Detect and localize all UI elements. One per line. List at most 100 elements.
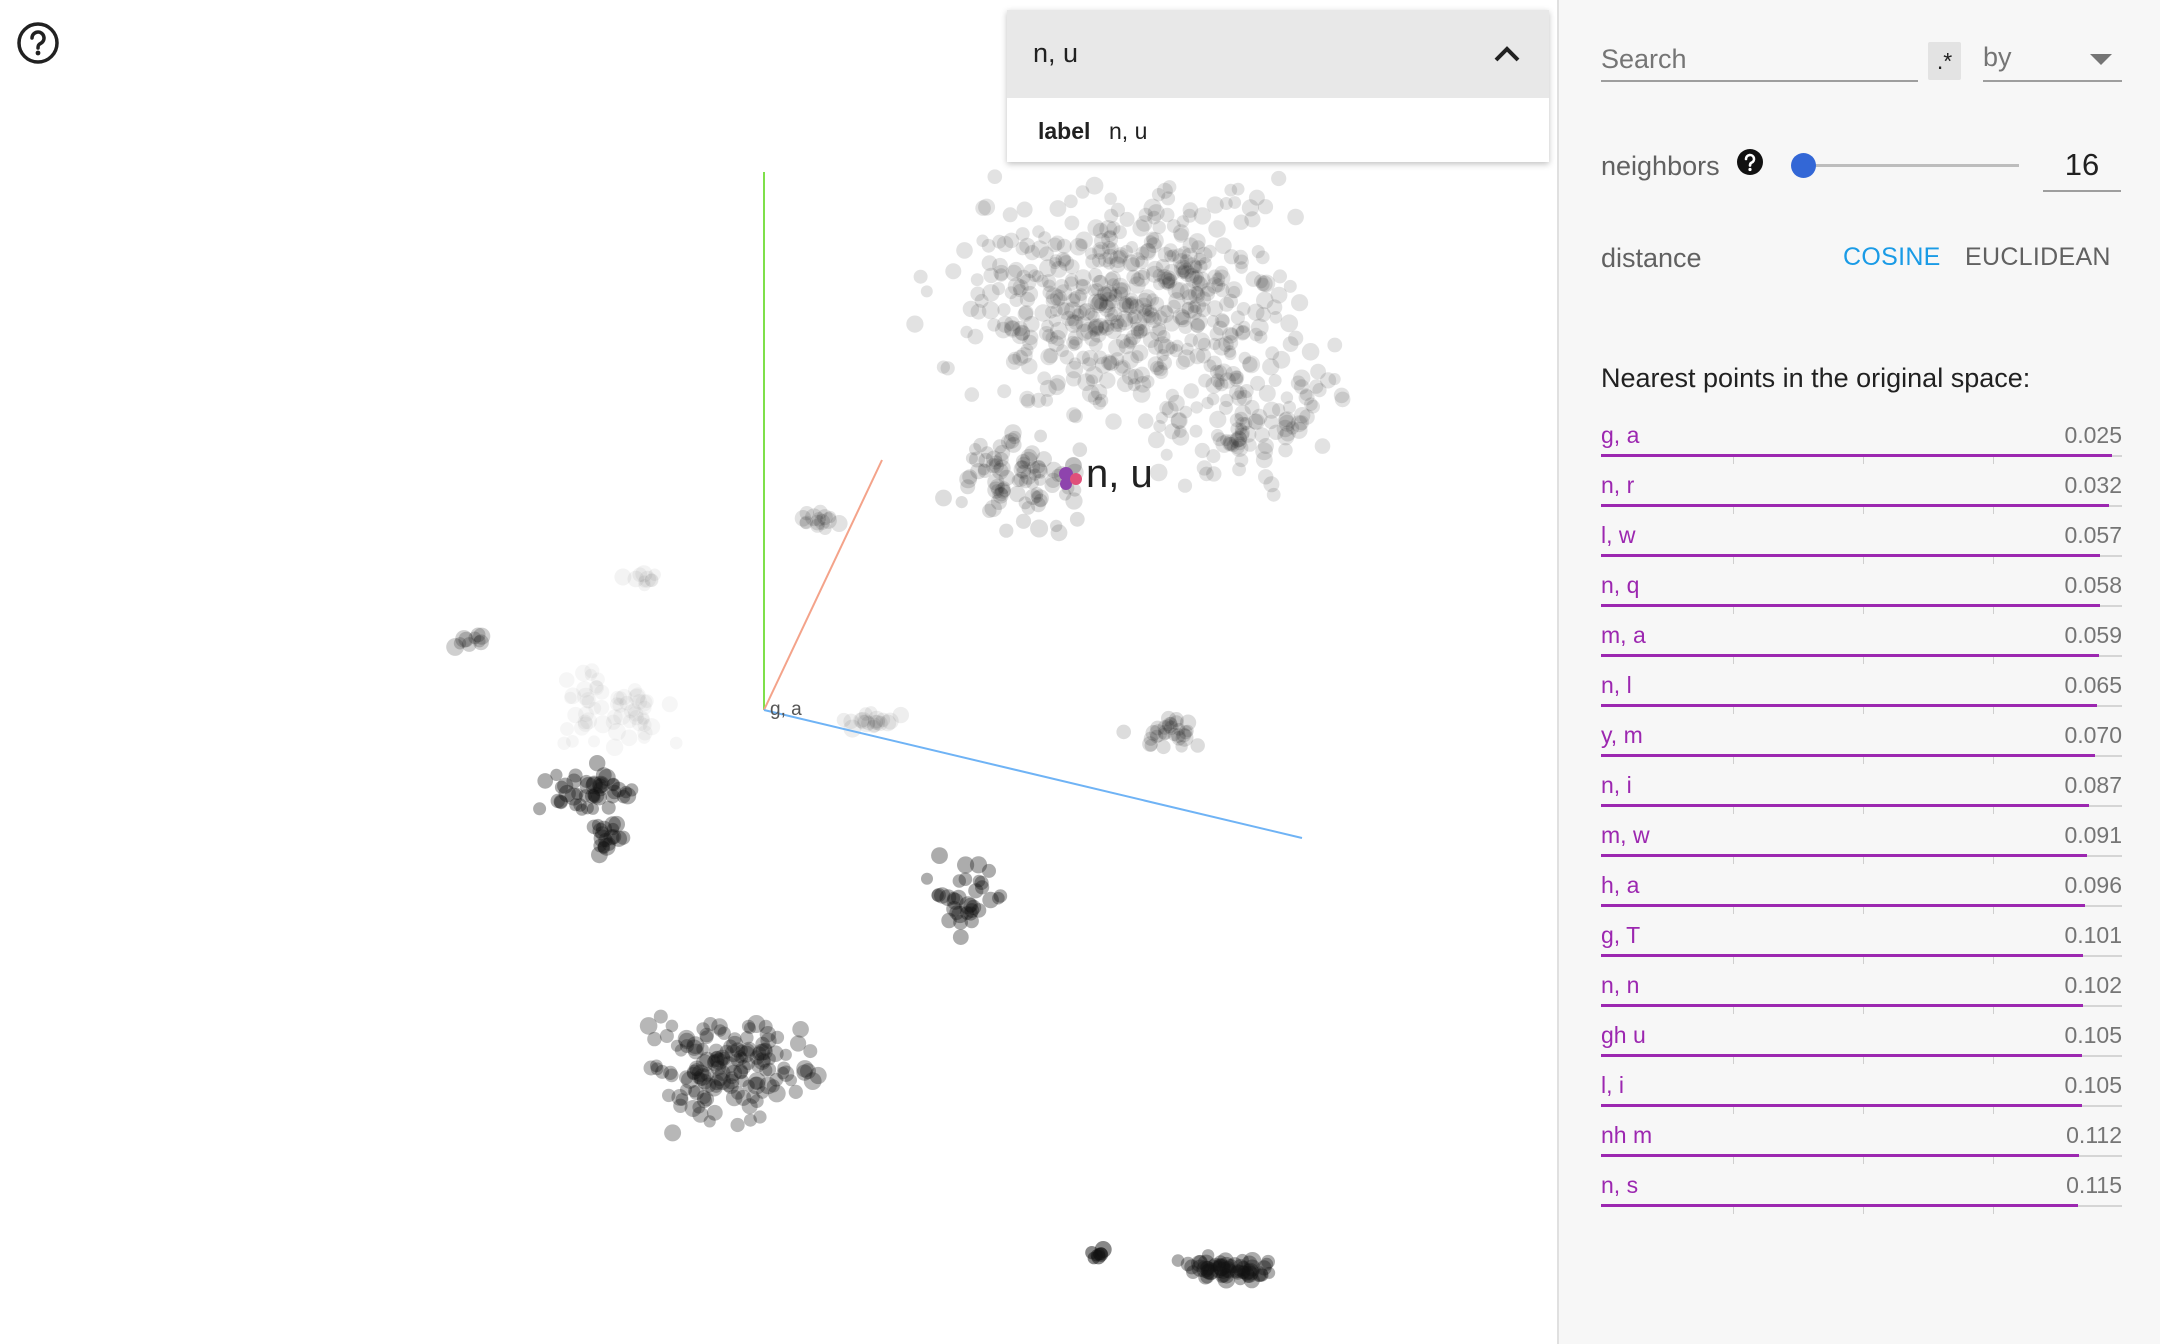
embedding-point[interactable] [1162, 719, 1175, 732]
embedding-point[interactable] [589, 755, 606, 772]
embedding-point[interactable] [700, 1067, 715, 1082]
embedding-point[interactable] [1191, 240, 1206, 255]
embedding-point[interactable] [1215, 237, 1232, 254]
nearest-point-label[interactable]: n, n [1601, 972, 1639, 999]
embedding-point[interactable] [1132, 219, 1150, 237]
embedding-point[interactable] [1114, 359, 1131, 377]
embedding-point[interactable] [1186, 1265, 1200, 1279]
embedding-point[interactable] [1152, 268, 1166, 282]
nearest-point-label[interactable]: l, w [1601, 522, 1636, 549]
embedding-point[interactable] [1160, 207, 1175, 223]
embedding-point[interactable] [1208, 220, 1226, 238]
nearest-point-row[interactable]: nh m 0.112 [1601, 1118, 2122, 1168]
embedding-point[interactable] [1124, 292, 1139, 306]
embedding-point[interactable] [533, 802, 547, 816]
embedding-point[interactable] [1105, 413, 1122, 430]
scatter-canvas[interactable] [0, 0, 1557, 1344]
embedding-point[interactable] [1004, 286, 1018, 300]
embedding-point[interactable] [799, 516, 812, 529]
embedding-point[interactable] [593, 699, 610, 716]
embedding-point[interactable] [1183, 383, 1199, 399]
embedding-point[interactable] [730, 1117, 745, 1133]
embedding-point[interactable] [1133, 323, 1148, 338]
nearest-point-row[interactable]: n, r 0.032 [1601, 468, 2122, 518]
embedding-point[interactable] [1156, 739, 1171, 755]
embedding-point[interactable] [1056, 344, 1069, 358]
embedding-point[interactable] [1019, 237, 1036, 254]
embedding-point[interactable] [1030, 519, 1049, 538]
nearest-point-label[interactable]: gh u [1601, 1022, 1646, 1049]
embedding-point[interactable] [1045, 293, 1061, 309]
embedding-point[interactable] [1015, 460, 1028, 474]
embedding-point[interactable] [824, 510, 837, 524]
embedding-point[interactable] [1251, 408, 1268, 425]
embedding-point[interactable] [710, 1050, 723, 1063]
embedding-point[interactable] [947, 891, 961, 905]
embedding-point[interactable] [699, 1027, 714, 1043]
embedding-point[interactable] [1201, 396, 1214, 410]
embedding-point[interactable] [1157, 339, 1176, 357]
embedding-point[interactable] [1003, 232, 1020, 249]
embedding-point[interactable] [1142, 736, 1158, 752]
embedding-point[interactable] [1272, 350, 1291, 369]
embedding-point[interactable] [605, 789, 620, 804]
embedding-point[interactable] [1210, 428, 1224, 442]
embedding-point[interactable] [1008, 430, 1022, 445]
embedding-point[interactable] [967, 328, 984, 345]
embedding-point[interactable] [627, 683, 642, 698]
embedding-point[interactable] [1231, 390, 1247, 406]
embedding-point[interactable] [1298, 389, 1315, 406]
embedding-point[interactable] [1050, 524, 1068, 542]
embedding-point[interactable] [1002, 207, 1018, 223]
embedding-point[interactable] [1283, 279, 1297, 293]
embedding-point[interactable] [579, 692, 597, 709]
embedding-point[interactable] [1172, 224, 1190, 241]
embedding-point[interactable] [1069, 511, 1085, 527]
embedding-point[interactable] [992, 891, 1005, 905]
embedding-point[interactable] [755, 1043, 773, 1061]
embedding-point[interactable] [1039, 259, 1057, 277]
embedding-point[interactable] [653, 1009, 668, 1024]
embedding-point[interactable] [735, 1089, 752, 1106]
embedding-point[interactable] [1214, 1261, 1233, 1279]
embedding-point[interactable] [1301, 343, 1320, 361]
embedding-point[interactable] [560, 722, 574, 736]
help-circle-icon[interactable] [14, 19, 62, 67]
embedding-point[interactable] [864, 706, 878, 719]
embedding-point[interactable] [1092, 396, 1106, 410]
embedding-point[interactable] [1072, 442, 1088, 458]
embedding-point[interactable] [952, 929, 969, 945]
embedding-point[interactable] [1014, 324, 1031, 341]
embedding-point[interactable] [558, 672, 575, 688]
embedding-point[interactable] [1280, 314, 1299, 333]
embedding-point[interactable] [1278, 411, 1296, 430]
embedding-point[interactable] [733, 1063, 749, 1079]
embedding-point[interactable] [1099, 372, 1116, 389]
embedding-point[interactable] [1244, 211, 1261, 228]
embedding-point[interactable] [665, 1019, 679, 1033]
nearest-point-row[interactable]: m, a 0.059 [1601, 618, 2122, 668]
embedding-point[interactable] [1162, 180, 1177, 194]
embedding-point[interactable] [1047, 237, 1063, 253]
embedding-point[interactable] [935, 489, 952, 507]
embedding-point[interactable] [1137, 413, 1154, 429]
embedding-point[interactable] [1075, 278, 1089, 292]
embedding-point[interactable] [663, 1065, 678, 1080]
embedding-point[interactable] [1291, 294, 1309, 312]
embedding-point[interactable] [619, 785, 633, 799]
nearest-point-row[interactable]: l, w 0.057 [1601, 518, 2122, 568]
embedding-point[interactable] [1228, 285, 1241, 299]
nearest-point-row[interactable]: g, a 0.025 [1601, 418, 2122, 468]
embedding-point[interactable] [681, 1071, 699, 1089]
neighbors-value-input[interactable]: 16 [2043, 142, 2121, 192]
nearest-point-row[interactable]: m, w 0.091 [1601, 818, 2122, 868]
embedding-point[interactable] [945, 263, 962, 280]
embedding-point[interactable] [747, 1015, 766, 1033]
embedding-point[interactable] [1328, 373, 1341, 386]
embedding-point[interactable] [1105, 270, 1121, 287]
nearest-point-label[interactable]: nh m [1601, 1122, 1652, 1149]
embedding-point[interactable] [968, 883, 984, 899]
embedding-point[interactable] [605, 738, 624, 756]
nearest-point-label[interactable]: y, m [1601, 722, 1643, 749]
embedding-point[interactable] [788, 1084, 803, 1099]
